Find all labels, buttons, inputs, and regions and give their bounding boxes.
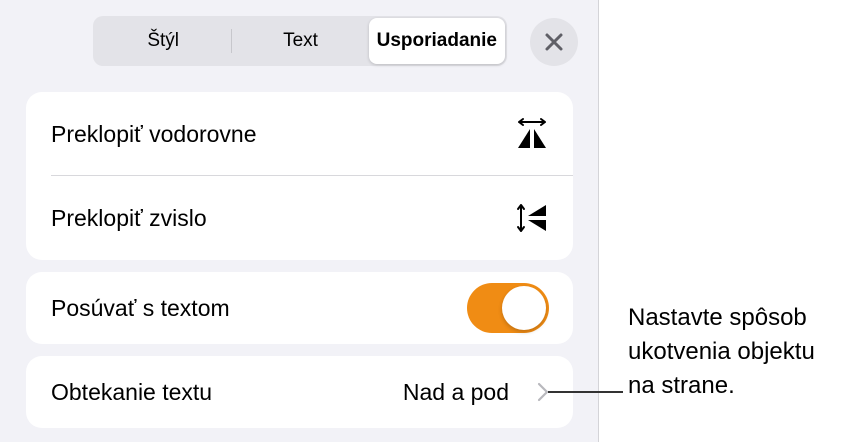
move-with-text-label: Posúvať s textom [51, 294, 230, 321]
callout-text: Nastavte spôsob ukotvenia objektu na str… [628, 301, 867, 403]
close-button[interactable] [530, 18, 578, 66]
format-panel: Štýl Text Usporiadanie Preklopiť vodorov… [0, 0, 599, 442]
flip-horizontal-label: Preklopiť vodorovne [51, 120, 257, 147]
text-wrap-card: Obtekanie textu Nad a pod [26, 356, 573, 428]
tab-arrange[interactable]: Usporiadanie [368, 18, 505, 64]
text-wrap-label: Obtekanie textu [51, 378, 213, 405]
move-with-text-card: Posúvať s textom [26, 272, 573, 344]
callout-line-3: na strane. [628, 372, 735, 399]
callout-line [548, 391, 623, 393]
tab-text[interactable]: Text [232, 18, 368, 64]
text-wrap-value: Nad a pod [402, 378, 509, 405]
toggle-knob [502, 286, 546, 330]
callout-line-1: Nastavte spôsob [628, 304, 807, 331]
flip-vertical-icon [517, 204, 546, 232]
tab-style[interactable]: Štýl [95, 18, 231, 64]
text-wrap-row[interactable]: Obtekanie textu Nad a pod [26, 356, 573, 428]
flip-horizontal-row[interactable]: Preklopiť vodorovne [26, 92, 573, 176]
move-with-text-row: Posúvať s textom [26, 272, 573, 344]
flip-vertical-label: Preklopiť zvislo [51, 204, 207, 231]
format-tabs: Štýl Text Usporiadanie [93, 16, 507, 66]
flip-vertical-row[interactable]: Preklopiť zvislo [26, 176, 573, 260]
callout-line-2: ukotvenia objektu [628, 338, 815, 365]
close-icon [545, 33, 563, 51]
flip-options-card: Preklopiť vodorovne Preklopiť zvislo [26, 92, 573, 260]
flip-horizontal-icon [518, 118, 546, 148]
move-with-text-toggle[interactable] [467, 283, 549, 333]
